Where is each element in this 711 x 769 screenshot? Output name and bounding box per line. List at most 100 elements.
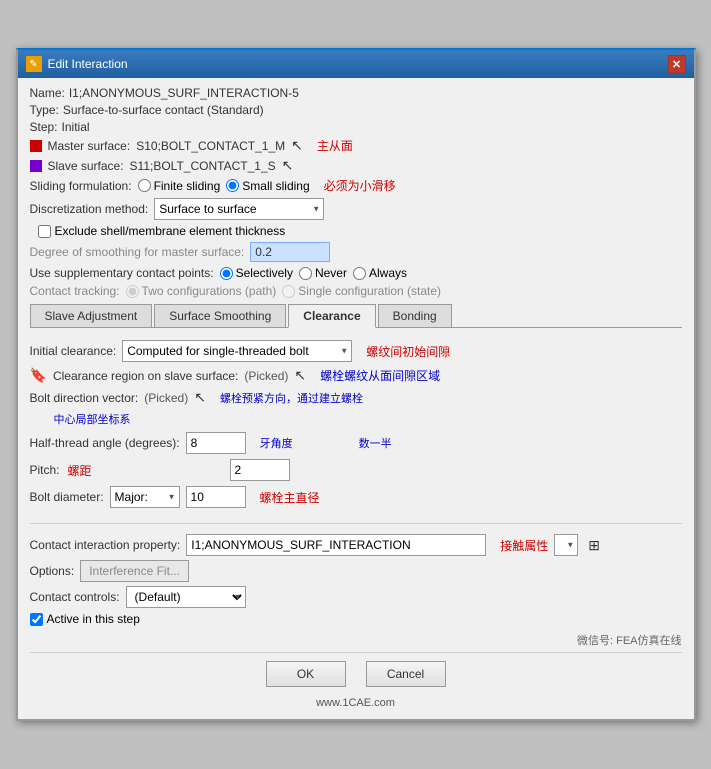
edit-interaction-dialog: ✎ Edit Interaction ✕ Name: I1;ANONYMOUS_… xyxy=(16,48,696,721)
bolt-direction-annotation2: 中心局部坐标系 xyxy=(54,414,131,426)
name-value: I1;ANONYMOUS_SURF_INTERACTION-5 xyxy=(69,86,299,100)
initial-clearance-select[interactable]: Computed for single-threaded bolt xyxy=(122,340,352,362)
type-value: Surface-to-surface contact (Standard) xyxy=(63,103,264,117)
single-config-radio xyxy=(282,285,295,298)
exclude-shell-checkbox[interactable] xyxy=(38,225,51,238)
finite-sliding-option[interactable]: Finite sliding xyxy=(138,179,221,193)
bottom-section: Contact interaction property: 接触属性 ⊞ Opt… xyxy=(30,530,682,626)
controls-select[interactable]: (Default) xyxy=(126,586,246,608)
pitch-row: Pitch: 螺距 xyxy=(30,459,682,481)
small-sliding-option[interactable]: Small sliding xyxy=(226,179,309,193)
type-row: Type: Surface-to-surface contact (Standa… xyxy=(30,103,682,117)
sliding-row: Sliding formulation: Finite sliding Smal… xyxy=(30,177,682,194)
discretization-row: Discretization method: Surface to surfac… xyxy=(30,198,682,220)
discretization-select-wrapper: Surface to surface xyxy=(154,198,324,220)
always-label: Always xyxy=(369,266,407,280)
always-option[interactable]: Always xyxy=(353,266,407,280)
clearance-region-label: Clearance region on slave surface: xyxy=(53,369,238,383)
clearance-tab-content: Initial clearance: Computed for single-t… xyxy=(30,336,682,517)
bolt-diameter-input[interactable] xyxy=(186,486,246,508)
bolt-diameter-select[interactable]: Major: xyxy=(110,486,180,508)
contact-prop-label: Contact interaction property: xyxy=(30,538,181,552)
watermark-row: 微信号: FEA仿真在线 xyxy=(30,632,682,648)
discretization-select[interactable]: Surface to surface xyxy=(154,198,324,220)
tab-surface-smoothing[interactable]: Surface Smoothing xyxy=(154,304,286,327)
site-watermark-row: www.1CAE.com xyxy=(30,695,682,711)
sliding-label: Sliding formulation: xyxy=(30,179,132,193)
button-row: OK Cancel xyxy=(30,652,682,695)
tab-clearance[interactable]: Clearance xyxy=(288,304,375,328)
contact-prop-row: Contact interaction property: 接触属性 ⊞ xyxy=(30,534,682,556)
clearance-region-row: 🔖 Clearance region on slave surface: (Pi… xyxy=(30,367,682,384)
smoothing-input[interactable] xyxy=(250,242,330,262)
never-radio[interactable] xyxy=(299,267,312,280)
section-divider xyxy=(30,523,682,524)
selectively-label: Selectively xyxy=(236,266,293,280)
half-thread-input[interactable] xyxy=(186,432,246,454)
tab-bonding[interactable]: Bonding xyxy=(378,304,452,327)
tabs-container: Slave Adjustment Surface Smoothing Clear… xyxy=(30,304,682,328)
exclude-shell-row: Exclude shell/membrane element thickness xyxy=(38,224,682,238)
smoothing-row: Degree of smoothing for master surface: xyxy=(30,242,682,262)
controls-row: Contact controls: (Default) xyxy=(30,586,682,608)
contact-points-row: Use supplementary contact points: Select… xyxy=(30,266,682,280)
bolt-direction-cursor[interactable]: ↖ xyxy=(194,389,206,406)
bolt-direction-row: Bolt direction vector: (Picked) ↖ 螺栓预紧方向… xyxy=(30,389,682,406)
clearance-region-cursor[interactable]: ↖ xyxy=(294,367,306,384)
bolt-diameter-label: Bolt diameter: xyxy=(30,490,104,504)
clearance-region-icon: 🔖 xyxy=(30,367,47,384)
master-cursor-icon[interactable]: ↖ xyxy=(291,137,303,154)
bolt-direction-annotation: 螺栓预紧方向，通过建立螺栓 xyxy=(220,390,363,406)
controls-select-wrapper: (Default) xyxy=(126,586,246,608)
bolt-direction-value: (Picked) xyxy=(144,391,188,405)
slave-cursor-icon[interactable]: ↖ xyxy=(282,157,294,174)
slave-surface-icon xyxy=(30,160,42,172)
bolt-diameter-row: Bolt diameter: Major: 螺栓主直径 xyxy=(30,486,682,508)
close-button[interactable]: ✕ xyxy=(668,55,686,73)
never-option[interactable]: Never xyxy=(299,266,347,280)
initial-clearance-annotation: 螺纹间初始间隙 xyxy=(366,343,450,360)
dialog-icon: ✎ xyxy=(26,56,42,72)
exclude-shell-label: Exclude shell/membrane element thickness xyxy=(55,224,286,238)
interference-fit-button[interactable]: Interference Fit... xyxy=(80,560,189,582)
small-sliding-radio[interactable] xyxy=(226,179,239,192)
master-surface-label: Master surface: xyxy=(48,139,131,153)
selectively-option[interactable]: Selectively xyxy=(220,266,293,280)
tab-slave-adjustment[interactable]: Slave Adjustment xyxy=(30,304,153,327)
contact-prop-dropdown[interactable] xyxy=(554,534,578,556)
name-row: Name: I1;ANONYMOUS_SURF_INTERACTION-5 xyxy=(30,86,682,100)
options-label: Options: xyxy=(30,564,75,578)
cancel-button[interactable]: Cancel xyxy=(366,661,446,687)
pitch-input[interactable] xyxy=(230,459,290,481)
clearance-region-annotation: 螺栓螺纹从面间隙区域 xyxy=(320,367,440,384)
active-step-label: Active in this step xyxy=(47,612,140,626)
master-annotation: 主从面 xyxy=(317,137,353,154)
initial-clearance-label: Initial clearance: xyxy=(30,344,117,358)
finite-sliding-radio[interactable] xyxy=(138,179,151,192)
slave-surface-row: Slave surface: S11;BOLT_CONTACT_1_S ↖ xyxy=(30,157,682,174)
always-radio[interactable] xyxy=(353,267,366,280)
watermark-wechat: 微信号: FEA仿真在线 xyxy=(577,635,682,647)
sliding-annotation: 必须为小滑移 xyxy=(324,177,396,194)
edit-prop-icon[interactable]: ⊞ xyxy=(588,537,600,554)
selectively-radio[interactable] xyxy=(220,267,233,280)
title-bar: ✎ Edit Interaction ✕ xyxy=(18,50,694,78)
bolt-direction-label: Bolt direction vector: xyxy=(30,391,139,405)
half-thread-label: Half-thread angle (degrees): xyxy=(30,436,180,450)
two-config-option: Two configurations (path) xyxy=(126,284,277,298)
step-label: Step: xyxy=(30,120,58,134)
contact-tracking-row: Contact tracking: Two configurations (pa… xyxy=(30,284,682,298)
slave-surface-value: S11;BOLT_CONTACT_1_S xyxy=(130,159,276,173)
ok-button[interactable]: OK xyxy=(266,661,346,687)
never-label: Never xyxy=(315,266,347,280)
discretization-label: Discretization method: xyxy=(30,202,149,216)
single-config-label: Single configuration (state) xyxy=(298,284,441,298)
contact-prop-input[interactable] xyxy=(186,534,486,556)
initial-clearance-select-wrapper: Computed for single-threaded bolt xyxy=(122,340,352,362)
initial-clearance-row: Initial clearance: Computed for single-t… xyxy=(30,340,682,362)
slave-surface-label: Slave surface: xyxy=(48,159,124,173)
active-step-checkbox[interactable] xyxy=(30,613,43,626)
contact-points-label: Use supplementary contact points: xyxy=(30,266,214,280)
options-row: Options: Interference Fit... xyxy=(30,560,682,582)
title-bar-left: ✎ Edit Interaction xyxy=(26,56,128,72)
